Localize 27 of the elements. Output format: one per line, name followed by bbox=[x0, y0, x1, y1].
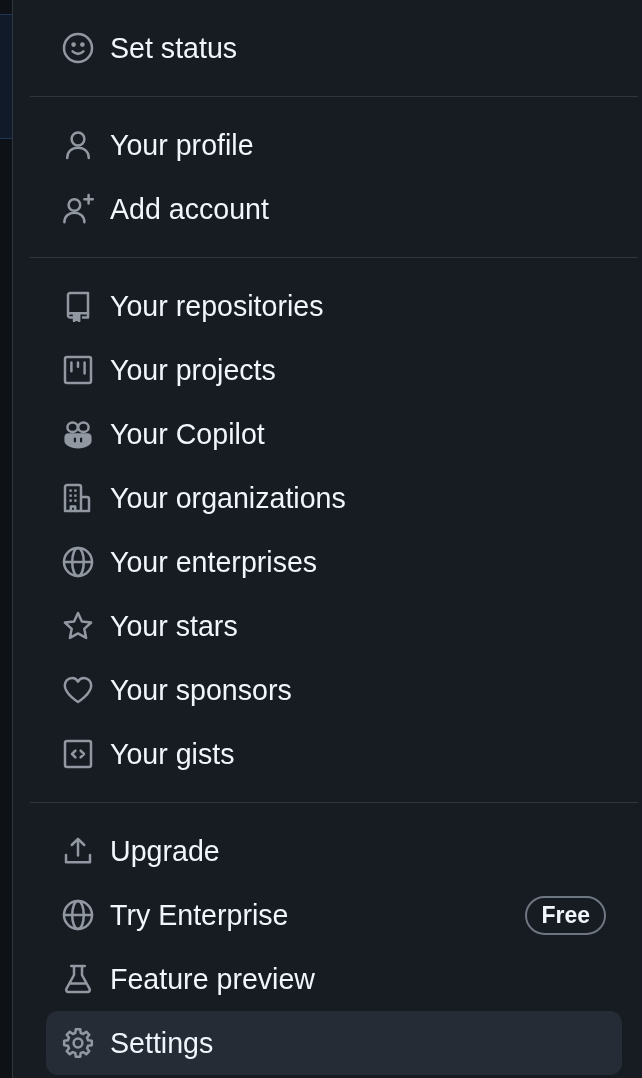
heart-icon bbox=[62, 674, 94, 706]
beaker-icon bbox=[62, 963, 94, 995]
menu-item[interactable]: Settings bbox=[46, 1011, 622, 1075]
menu-item[interactable]: Add account bbox=[46, 177, 622, 241]
menu-item[interactable]: Set status bbox=[46, 16, 622, 80]
person-add-icon bbox=[62, 193, 94, 225]
globe-icon bbox=[62, 546, 94, 578]
menu-item[interactable]: Your projects bbox=[46, 338, 622, 402]
goggles-face-icon bbox=[62, 418, 94, 450]
plan-badge: Free bbox=[525, 895, 606, 935]
menu-item[interactable]: Your enterprises bbox=[46, 530, 622, 594]
globe-icon bbox=[62, 899, 94, 931]
star-icon bbox=[62, 610, 94, 642]
kanban-icon bbox=[62, 354, 94, 386]
menu-item[interactable]: Your stars bbox=[46, 594, 622, 658]
menu-item[interactable]: Your Copilot bbox=[46, 402, 622, 466]
menu-item[interactable]: Your profile bbox=[46, 113, 622, 177]
menu-item[interactable]: Feature preview bbox=[46, 947, 622, 1011]
menu-item[interactable]: Your gists bbox=[46, 722, 622, 786]
menu-item[interactable]: Your sponsors bbox=[46, 658, 622, 722]
code-icon bbox=[62, 738, 94, 770]
menu-item[interactable]: Your repositories bbox=[46, 274, 622, 338]
smiley-icon bbox=[62, 32, 94, 64]
menu-item[interactable]: Your organizations bbox=[46, 466, 622, 530]
gear-icon bbox=[62, 1027, 94, 1059]
menu-item[interactable]: Upgrade bbox=[46, 819, 622, 883]
menu-item[interactable]: Try Enterprise Free bbox=[46, 883, 622, 947]
